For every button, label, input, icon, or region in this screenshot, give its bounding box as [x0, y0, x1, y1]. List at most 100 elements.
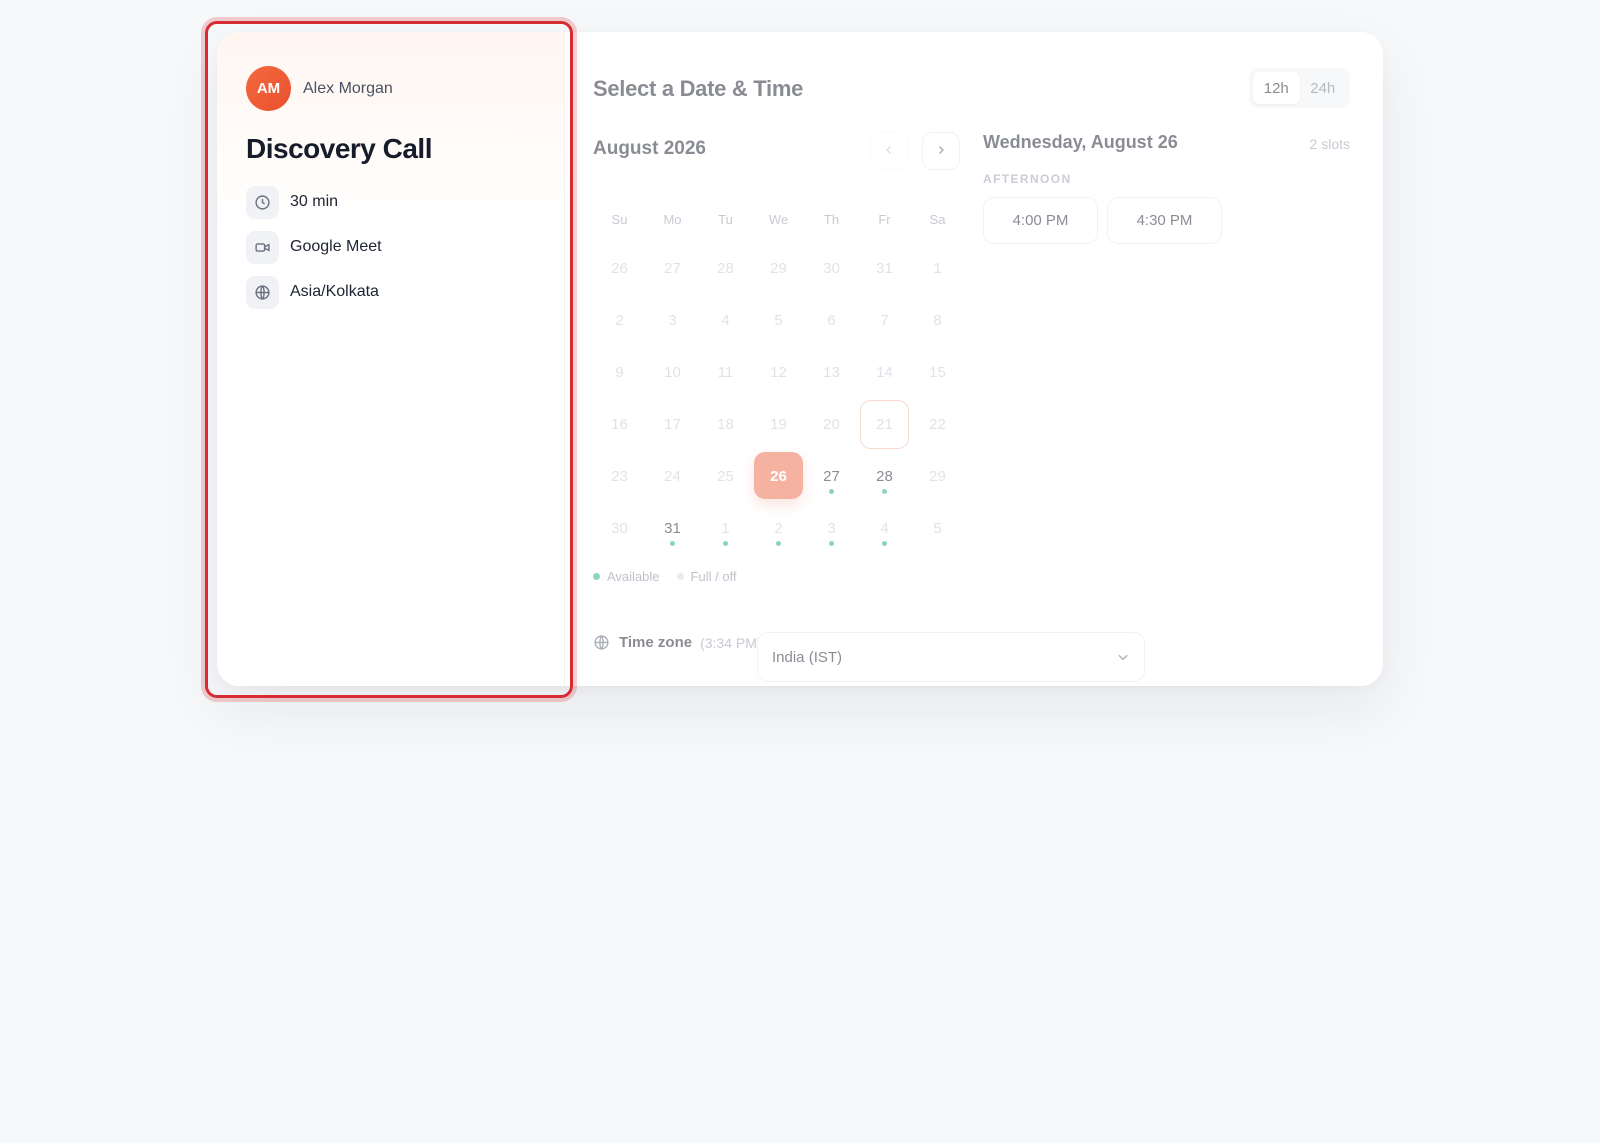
calendar-day: 2 [615, 311, 624, 329]
calendar-day: 16 [611, 415, 628, 433]
calendar-day: 30 [823, 259, 840, 277]
time-format-toggle: 12h 24h [1249, 68, 1350, 108]
calendar-day: 5 [933, 519, 942, 537]
booking-card: AM Alex Morgan Discovery Call 30 min Goo… [217, 32, 1383, 686]
calendar-day-next-month[interactable]: 2 [752, 502, 805, 554]
calendar-day: 26 [611, 259, 628, 277]
calendar-day-available[interactable]: 27 [805, 450, 858, 502]
calendar-day: 19 [770, 415, 787, 433]
availability-dot [882, 489, 887, 494]
calendar-day-available[interactable]: 28 [858, 450, 911, 502]
calendar-day: 29 [929, 467, 946, 485]
calendar-day: 27 [664, 259, 681, 277]
calendar-day: 14 [876, 363, 893, 381]
video-camera-icon [246, 230, 279, 264]
calendar-day-next-month[interactable]: 3 [805, 502, 858, 554]
availability-dot [670, 541, 675, 546]
calendar-day: 17 [664, 415, 681, 433]
calendar-day: 4 [721, 311, 730, 329]
calendar-week: 16 17 18 19 20 21 22 [593, 398, 964, 450]
month-label: August 2026 [593, 138, 706, 159]
calendar-grid: 26 27 28 29 30 31 1 2 3 4 5 6 7 8 9 10 1… [593, 242, 964, 554]
legend-available: Available [593, 569, 660, 584]
calendar-week: 23 24 25 26 27 28 29 [593, 450, 964, 502]
calendar-day-today: 21 [858, 398, 911, 450]
calendar-day: 11 [717, 363, 734, 381]
calendar-day-selected[interactable]: 26 [752, 450, 805, 502]
calendar-day: 5 [774, 311, 783, 329]
availability-dot [882, 541, 887, 546]
calendar-day: 31 [876, 259, 893, 277]
calendar-day: 13 [823, 363, 840, 381]
calendar-week: 2 3 4 5 6 7 8 [593, 294, 964, 346]
weekday-label: Su [611, 212, 628, 227]
availability-dot [829, 489, 834, 494]
period-label: AFTERNOON [983, 172, 1072, 186]
time-slot-button[interactable]: 4:00 PM [983, 197, 1098, 244]
availability-dot [776, 541, 781, 546]
weekday-label: Sa [929, 212, 946, 227]
weekday-header: Su Mo Tu We Th Fr Sa [593, 212, 964, 227]
calendar-day: 8 [933, 311, 942, 329]
calendar-day: 28 [717, 259, 734, 277]
calendar-day: 15 [929, 363, 946, 381]
previous-month-button[interactable] [870, 132, 908, 170]
time-slot-list: 4:00 PM 4:30 PM [983, 197, 1231, 244]
timezone-selected-value: India (IST) [772, 648, 843, 666]
availability-dot [829, 541, 834, 546]
duration-label: 30 min [290, 193, 339, 210]
weekday-label: We [768, 212, 789, 227]
next-month-button[interactable] [922, 132, 960, 170]
format-12h-button[interactable]: 12h [1253, 72, 1300, 104]
calendar-day: 3 [668, 311, 677, 329]
calendar-day: 23 [611, 467, 628, 485]
calendar-day: 9 [615, 363, 624, 381]
available-dot-icon [593, 573, 600, 580]
selected-date-heading: Wednesday, August 26 [983, 132, 1178, 152]
calendar-week: 30 31 1 2 3 4 5 [593, 502, 964, 554]
availability-dot [723, 541, 728, 546]
clock-icon [246, 185, 279, 219]
time-slot-button[interactable]: 4:30 PM [1107, 197, 1222, 244]
format-24h-button[interactable]: 24h [1300, 72, 1347, 104]
event-title: Discovery Call [246, 133, 433, 164]
timezone-select[interactable]: India (IST) [757, 632, 1145, 682]
slot-count: 2 slots [1309, 136, 1350, 152]
calendar-day: 6 [827, 311, 836, 329]
globe-icon [593, 634, 610, 651]
calendar-day-next-month[interactable]: 1 [699, 502, 752, 554]
timezone-label: Time zone [619, 634, 693, 651]
weekday-label: Th [823, 212, 840, 227]
avatar: AM [246, 66, 291, 111]
calendar-day: 29 [770, 259, 787, 277]
calendar-day: 20 [823, 415, 840, 433]
chevron-right-icon [935, 143, 947, 159]
host-info: AM Alex Morgan [246, 66, 535, 111]
calendar-day-available[interactable]: 31 [646, 502, 699, 554]
calendar-week: 26 27 28 29 30 31 1 [593, 242, 964, 294]
calendar-day: 22 [929, 415, 946, 433]
weekday-label: Fr [878, 212, 891, 227]
weekday-label: Mo [663, 212, 682, 227]
event-details-panel: AM Alex Morgan Discovery Call 30 min Goo… [217, 32, 565, 686]
legend-unavailable: Full / off [676, 569, 737, 584]
timezone-field-label: Time zone (3:34 PM) [593, 634, 762, 651]
calendar-day: 1 [933, 259, 942, 277]
calendar-day: 24 [664, 467, 681, 485]
chevron-down-icon [1116, 650, 1130, 664]
calendar-day: 7 [880, 311, 889, 329]
event-meta-list: 30 min Google Meet Asia/Kolkata [246, 185, 535, 309]
date-time-picker: Select a Date & Time 12h 24h August 2026… [565, 32, 1383, 686]
host-name: Alex Morgan [303, 79, 393, 97]
timezone-current-time: (3:34 PM) [700, 634, 762, 651]
calendar-day: 18 [717, 415, 734, 433]
calendar-day-next-month[interactable]: 4 [858, 502, 911, 554]
unavailable-dot-icon [676, 573, 684, 580]
chevron-left-icon [883, 143, 895, 159]
calendar-day: 25 [717, 467, 734, 485]
weekday-label: Tu [718, 212, 733, 227]
location-label: Google Meet [290, 238, 382, 255]
globe-icon [246, 275, 279, 309]
calendar-day: 12 [770, 363, 787, 381]
picker-title: Select a Date & Time [593, 76, 804, 101]
